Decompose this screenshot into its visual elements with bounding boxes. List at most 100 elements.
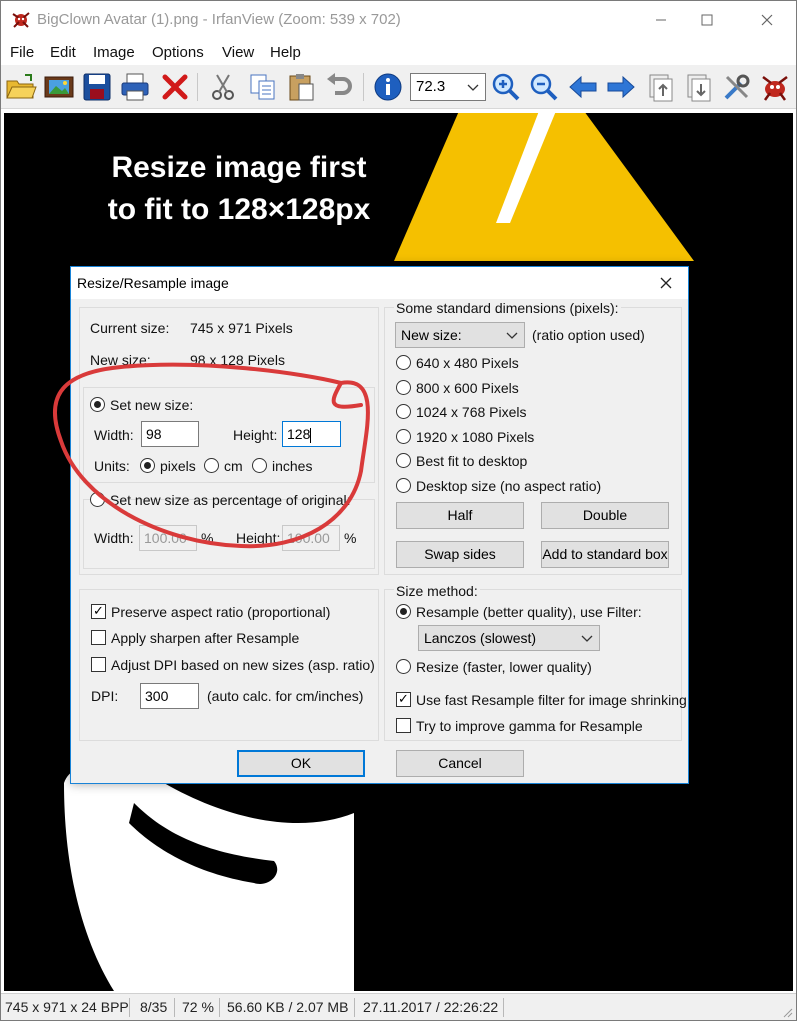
- dpi-input[interactable]: 300: [140, 683, 199, 709]
- add-to-standard-box-button[interactable]: Add to standard box: [541, 541, 669, 568]
- annotation-line-1: Resize image first: [111, 151, 367, 184]
- chevron-down-icon: [506, 332, 518, 339]
- status-datetime: 27.11.2017 / 22:26:22: [363, 999, 499, 1015]
- menu-options[interactable]: Options: [152, 44, 204, 61]
- irfanview-icon: [12, 12, 30, 28]
- copy-icon[interactable]: [247, 71, 279, 103]
- text-caret: [310, 427, 312, 443]
- menu-file[interactable]: File: [10, 44, 34, 61]
- resize-grip-icon[interactable]: [781, 1006, 793, 1018]
- half-button[interactable]: Half: [396, 502, 524, 529]
- adjust-dpi-checkbox[interactable]: [91, 657, 106, 672]
- status-separator: [219, 998, 220, 1017]
- percent-width-label: Width:: [94, 530, 134, 546]
- standard-dimensions-select[interactable]: New size:: [395, 322, 525, 348]
- irfanview-about-icon[interactable]: [759, 71, 791, 103]
- dpi-label: DPI:: [91, 688, 119, 704]
- zoom-combobox[interactable]: 72.3: [410, 73, 486, 101]
- dpi-note: (auto calc. for cm/inches): [207, 688, 364, 704]
- height-label: Height:: [233, 427, 278, 443]
- percent-width-input[interactable]: 100.00: [139, 525, 197, 551]
- set-new-size-label: Set new size:: [110, 397, 194, 413]
- slideshow-icon[interactable]: [43, 71, 75, 103]
- zoom-out-icon[interactable]: [528, 71, 560, 103]
- previous-arrow-icon[interactable]: [567, 71, 599, 103]
- zoom-in-icon[interactable]: [490, 71, 522, 103]
- resize-resample-dialog: Resize/Resample image Current size: 745 …: [70, 266, 689, 784]
- resize-label: Resize (faster, lower quality): [416, 659, 592, 675]
- cancel-button[interactable]: Cancel: [396, 750, 524, 777]
- toolbar-separator: [363, 73, 364, 101]
- unit-inches-label: inches: [272, 458, 313, 474]
- percentage-label: Set new size as percentage of original:: [110, 492, 351, 508]
- std-option-radio[interactable]: [396, 380, 411, 395]
- apply-sharpen-checkbox[interactable]: [91, 630, 106, 645]
- maximize-icon: [701, 14, 713, 26]
- unit-cm-radio[interactable]: [204, 458, 219, 473]
- settings-tools-icon[interactable]: [721, 71, 753, 103]
- filter-selected: Lanczos (slowest): [424, 630, 537, 646]
- status-separator: [174, 998, 175, 1017]
- std-option-radio[interactable]: [396, 355, 411, 370]
- chevron-down-icon: [467, 84, 479, 91]
- dialog-close-icon[interactable]: [660, 277, 672, 289]
- irfanview-window: BigClown Avatar (1).png - IrfanView (Zoo…: [0, 0, 797, 1021]
- width-value: 98: [146, 426, 162, 442]
- minimize-icon: [656, 19, 666, 21]
- menu-image[interactable]: Image: [93, 44, 135, 61]
- ratio-note: (ratio option used): [532, 327, 645, 343]
- swap-sides-button[interactable]: Swap sides: [396, 541, 524, 568]
- adjust-dpi-label: Adjust DPI based on new sizes (asp. rati…: [111, 657, 375, 673]
- save-icon[interactable]: [81, 71, 113, 103]
- ok-button[interactable]: OK: [237, 750, 365, 777]
- delete-icon[interactable]: [159, 71, 191, 103]
- std-option-radio[interactable]: [396, 429, 411, 444]
- menu-edit[interactable]: Edit: [50, 44, 76, 61]
- height-input[interactable]: 128: [282, 421, 341, 447]
- preserve-aspect-checkbox[interactable]: ✓: [91, 604, 106, 619]
- preserve-aspect-label: Preserve aspect ratio (proportional): [111, 604, 331, 620]
- std-option-label: 1024 x 768 Pixels: [416, 404, 527, 420]
- open-folder-icon[interactable]: [5, 71, 37, 103]
- percent-height-sign: %: [344, 530, 357, 546]
- menu-view[interactable]: View: [222, 44, 254, 61]
- maximize-button[interactable]: [684, 1, 730, 39]
- info-icon[interactable]: [372, 71, 404, 103]
- std-option-label: 800 x 600 Pixels: [416, 380, 519, 396]
- status-index: 8/35: [140, 999, 168, 1015]
- resize-radio[interactable]: [396, 659, 411, 674]
- paste-icon[interactable]: [285, 71, 317, 103]
- percent-width-value: 100.00: [144, 530, 187, 546]
- double-button[interactable]: Double: [541, 502, 669, 529]
- next-arrow-icon[interactable]: [605, 71, 637, 103]
- size-method-label: Size method:: [394, 583, 480, 599]
- std-option-radio[interactable]: [396, 404, 411, 419]
- print-icon[interactable]: [119, 71, 151, 103]
- resample-label: Resample (better quality), use Filter:: [416, 604, 642, 620]
- units-label: Units:: [94, 458, 130, 474]
- percent-height-input[interactable]: 100.00: [282, 525, 340, 551]
- undo-icon[interactable]: [323, 71, 355, 103]
- first-page-icon[interactable]: [644, 71, 676, 103]
- height-value: 128: [287, 426, 311, 442]
- close-icon: [761, 14, 773, 26]
- std-option-radio[interactable]: [396, 453, 411, 468]
- unit-inches-radio[interactable]: [252, 458, 267, 473]
- minimize-button[interactable]: [638, 1, 684, 39]
- percentage-radio[interactable]: [90, 492, 105, 507]
- current-size-value: 745 x 971 Pixels: [190, 320, 293, 336]
- unit-pixels-radio[interactable]: [140, 458, 155, 473]
- menu-help[interactable]: Help: [270, 44, 301, 61]
- fast-resample-checkbox[interactable]: ✓: [396, 692, 411, 707]
- improve-gamma-checkbox[interactable]: [396, 718, 411, 733]
- last-page-icon[interactable]: [682, 71, 714, 103]
- set-new-size-radio[interactable]: [90, 397, 105, 412]
- close-button[interactable]: [744, 1, 790, 39]
- filter-select[interactable]: Lanczos (slowest): [418, 625, 600, 651]
- percent-height-value: 100.00: [287, 530, 330, 546]
- width-input[interactable]: 98: [141, 421, 199, 447]
- std-option-radio[interactable]: [396, 478, 411, 493]
- resample-radio[interactable]: [396, 604, 411, 619]
- cut-icon[interactable]: [207, 71, 239, 103]
- current-size-label: Current size:: [90, 320, 170, 336]
